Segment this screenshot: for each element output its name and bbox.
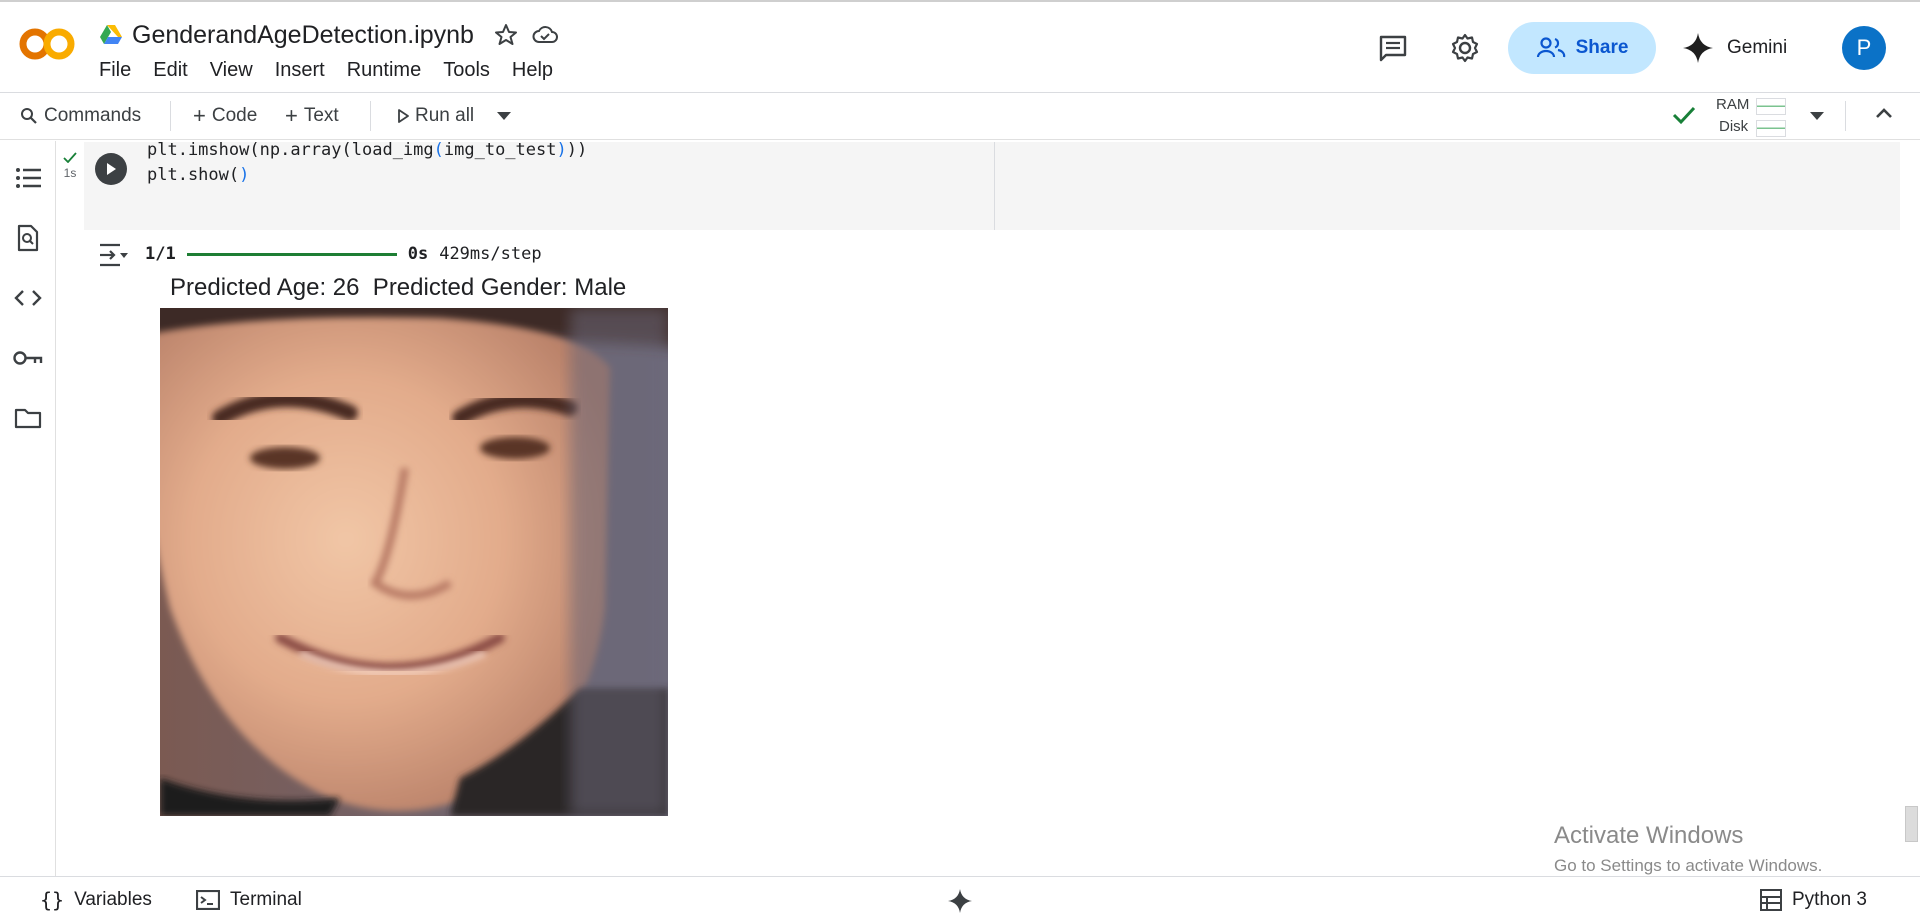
status-bar: {} Variables Terminal Python 3 xyxy=(0,876,1920,921)
chevron-down-icon[interactable] xyxy=(497,112,511,121)
runtime-type-button[interactable]: Python 3 xyxy=(1760,889,1867,911)
menu-file[interactable]: File xyxy=(99,59,143,82)
step-time: 0s xyxy=(407,244,429,264)
plot-title: Predicted Age: 26 Predicted Gender: Male xyxy=(170,274,627,301)
terminal-icon xyxy=(196,890,220,910)
terminal-button[interactable]: Terminal xyxy=(196,889,302,911)
output-actions-icon[interactable] xyxy=(98,242,128,268)
menu-view[interactable]: View xyxy=(210,59,265,82)
toolbar-divider xyxy=(1845,101,1846,131)
execution-check-icon xyxy=(63,152,77,163)
colab-window: GenderandAgeDetection.ipynb File Edit Vi… xyxy=(0,0,1920,921)
add-code-button[interactable]: + Code xyxy=(193,103,257,129)
activate-subtitle: Go to Settings to activate Windows. xyxy=(1554,856,1823,875)
ram-label: RAM xyxy=(1716,96,1750,113)
people-icon xyxy=(1536,37,1566,59)
code-label: Code xyxy=(211,105,258,126)
star-icon[interactable] xyxy=(494,23,518,47)
header: GenderandAgeDetection.ipynb File Edit Vi… xyxy=(0,2,1920,90)
share-button[interactable]: Share xyxy=(1508,22,1656,74)
find-in-notebook-icon[interactable] xyxy=(13,223,43,253)
disk-meter xyxy=(1756,120,1786,137)
plus-icon: + xyxy=(285,103,298,128)
resource-monitor[interactable]: RAM Disk xyxy=(1710,96,1786,138)
settings-gear-icon[interactable] xyxy=(1450,33,1480,63)
plus-icon: + xyxy=(193,103,206,128)
secrets-key-icon[interactable] xyxy=(13,343,43,373)
commands-button[interactable]: Commands xyxy=(20,105,141,127)
variables-button[interactable]: {} Variables xyxy=(40,888,152,912)
braces-icon: {} xyxy=(40,888,65,912)
table-of-contents-icon[interactable] xyxy=(13,163,43,193)
notebook-toolbar: Commands + Code + Text Run all RAM Disk xyxy=(0,92,1920,140)
menu-bar: File Edit View Insert Runtime Tools Help xyxy=(99,59,575,82)
run-all-button[interactable]: Run all xyxy=(397,105,474,127)
chevron-up-icon[interactable] xyxy=(1875,107,1893,119)
variables-label: Variables xyxy=(74,889,152,910)
cell-divider xyxy=(994,142,995,230)
text-label: Text xyxy=(303,105,339,126)
windows-activation-watermark: Activate Windows Go to Settings to activ… xyxy=(1554,822,1822,876)
gemini-label: Gemini xyxy=(1727,37,1788,58)
google-drive-icon xyxy=(100,25,122,45)
step-count: 1/1 xyxy=(145,244,176,264)
notebook-title[interactable]: GenderandAgeDetection.ipynb xyxy=(132,21,474,50)
run-cell-button[interactable] xyxy=(95,153,127,185)
cell-status: 1s xyxy=(58,152,82,180)
toolbar-divider xyxy=(170,101,171,131)
play-outline-icon xyxy=(397,109,409,123)
avatar-letter: P xyxy=(1856,35,1872,60)
code-line: plt.show() xyxy=(147,165,250,185)
gemini-sparkle-icon xyxy=(1683,33,1713,63)
title-row: GenderandAgeDetection.ipynb xyxy=(100,20,558,50)
disk-label: Disk xyxy=(1719,118,1749,135)
run-all-label: Run all xyxy=(415,105,475,126)
play-icon xyxy=(107,163,116,175)
account-avatar[interactable]: P xyxy=(1842,26,1886,70)
toolbar-divider xyxy=(370,101,371,131)
comments-icon[interactable] xyxy=(1378,34,1408,62)
runtime-icon xyxy=(1760,889,1782,911)
ram-meter xyxy=(1756,98,1786,115)
progress-output: 1/1 0s 429ms/step xyxy=(145,244,542,264)
execution-time: 1s xyxy=(63,166,77,180)
activate-title: Activate Windows xyxy=(1554,822,1744,849)
commands-label: Commands xyxy=(44,105,142,126)
menu-runtime[interactable]: Runtime xyxy=(347,59,433,82)
code-snippets-icon[interactable] xyxy=(13,283,43,313)
code-line: plt.imshow(np.array(load_img(img_to_test… xyxy=(147,140,588,160)
files-folder-icon[interactable] xyxy=(13,403,43,433)
left-sidebar xyxy=(0,141,56,876)
connected-check-icon xyxy=(1672,105,1696,125)
cloud-saved-icon[interactable] xyxy=(532,24,558,46)
menu-insert[interactable]: Insert xyxy=(275,59,337,82)
menu-edit[interactable]: Edit xyxy=(153,59,199,82)
gemini-sparkle-icon[interactable] xyxy=(948,889,972,913)
resources-dropdown-icon[interactable] xyxy=(1810,112,1824,121)
progress-bar xyxy=(186,252,397,256)
predicted-face-image xyxy=(160,308,668,816)
colab-logo[interactable] xyxy=(18,22,78,66)
menu-help[interactable]: Help xyxy=(512,59,565,82)
search-icon xyxy=(20,107,38,125)
step-rate: 429ms/step xyxy=(439,244,542,264)
menu-tools[interactable]: Tools xyxy=(443,59,502,82)
scrollbar-thumb[interactable] xyxy=(1905,806,1918,842)
share-label: Share xyxy=(1575,37,1629,58)
terminal-label: Terminal xyxy=(230,889,302,910)
runtime-label: Python 3 xyxy=(1792,889,1867,910)
add-text-button[interactable]: + Text xyxy=(285,103,339,129)
gemini-button[interactable]: Gemini xyxy=(1683,22,1787,74)
